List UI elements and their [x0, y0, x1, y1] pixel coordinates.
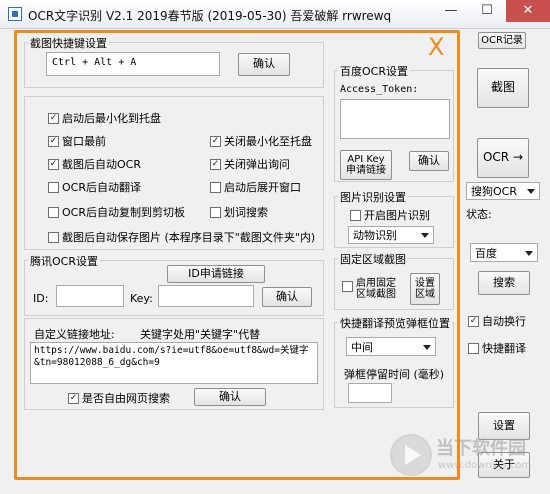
chevron-down-icon — [525, 250, 533, 256]
tencent-confirm-button[interactable]: 确认 — [262, 287, 312, 307]
option-auto-ocr[interactable]: ✓ 截图后自动OCR — [48, 156, 141, 172]
tencent-apply-link-button[interactable]: ID申请链接 — [167, 265, 265, 283]
fixed-region-set-button[interactable]: 设置区域 — [410, 273, 440, 305]
preview-stay-label: 弹框停留时间 (毫秒) — [344, 368, 445, 381]
custom-link-hint: 关键字处用"关键字"代替 — [140, 328, 261, 341]
chevron-down-icon — [527, 189, 535, 194]
quick-translate-checkbox[interactable]: 快捷翻译 — [468, 340, 526, 356]
checkbox-unchecked-icon — [468, 342, 479, 354]
title-bar[interactable]: OCR文字识别 V2.1 2019春节版 (2019-05-30) 吾爱破解 r… — [0, 0, 550, 29]
watermark-logo-icon — [390, 434, 432, 476]
custom-link-label: 自定义链接地址: — [34, 328, 115, 341]
option-word-search[interactable]: 划词搜索 — [210, 204, 268, 220]
option-auto-copy[interactable]: OCR后自动复制到剪切板 — [48, 204, 185, 220]
hotkey-confirm-button[interactable]: 确认 — [238, 53, 290, 76]
custom-link-url-input[interactable]: https://www.baidu.com/s?ie=utf8&oe=utf8&… — [30, 342, 318, 384]
baidu-group-label: 百度OCR设置 — [338, 63, 410, 79]
checkbox-unchecked-icon — [210, 206, 221, 218]
ocr-record-button[interactable]: OCR记录 — [478, 32, 526, 49]
access-token-input[interactable] — [340, 99, 450, 139]
ocr-arrow-button[interactable]: OCR → — [477, 138, 529, 178]
watermark-text: 当下软件园 — [436, 438, 526, 459]
hotkey-input[interactable]: Ctrl + Alt + A — [46, 52, 220, 76]
checkbox-checked-icon: ✓ — [68, 392, 79, 404]
preview-stay-input[interactable] — [348, 383, 392, 403]
access-token-label: Access_Token: — [340, 84, 419, 95]
preview-group-label: 快捷翻译预览弹框位置 — [338, 315, 452, 331]
hotkey-group-label: 截图快捷键设置 — [28, 35, 109, 51]
option-close-to-tray[interactable]: ✓ 关闭最小化至托盘 — [210, 133, 312, 149]
tencent-key-input[interactable] — [158, 285, 254, 307]
window-title: OCR文字识别 V2.1 2019春节版 (2019-05-30) 吾爱破解 r… — [28, 9, 392, 23]
option-auto-save-image[interactable]: 截图后自动保存图片 (本程序目录下"截图文件夹"内) — [48, 229, 315, 245]
checkbox-checked-icon: ✓ — [48, 135, 59, 147]
web-search-checkbox[interactable]: ✓ 是否自由网页搜索 — [68, 390, 170, 406]
status-label: 状态: — [466, 208, 492, 221]
minimize-button[interactable]: — — [434, 0, 468, 22]
image-recognition-checkbox[interactable]: 开启图片识别 — [350, 207, 430, 223]
image-recognition-label: 图片识别设置 — [338, 189, 408, 205]
checkbox-unchecked-icon — [342, 281, 353, 292]
option-auto-translate[interactable]: OCR后自动翻译 — [48, 179, 141, 195]
custom-link-confirm-button[interactable]: 确认 — [194, 388, 266, 406]
preview-position-select[interactable]: 中间 — [346, 337, 436, 356]
fixed-region-label: 固定区域截图 — [338, 251, 408, 267]
chevron-down-icon — [423, 344, 431, 350]
option-minimize-to-tray[interactable]: ✓ 启动后最小化到托盘 — [48, 110, 161, 126]
image-recognition-mode-select[interactable]: 动物识别 — [348, 226, 434, 244]
checkbox-checked-icon: ✓ — [468, 315, 479, 327]
annotation-x-mark: X — [428, 33, 445, 61]
search-button[interactable]: 搜索 — [478, 271, 530, 295]
checkbox-unchecked-icon — [210, 181, 221, 193]
app-icon — [8, 7, 22, 21]
ocr-engine-select[interactable]: 搜狗OCR — [466, 182, 540, 200]
fixed-region-checkbox[interactable]: 启用固定区域截图 — [342, 278, 404, 300]
checkbox-checked-icon: ✓ — [210, 158, 221, 170]
tencent-key-label: Key: — [130, 292, 153, 305]
checkbox-unchecked-icon — [48, 231, 59, 243]
checkbox-checked-icon: ✓ — [48, 112, 59, 124]
close-button[interactable]: ✕ — [506, 0, 550, 22]
checkbox-unchecked-icon — [48, 206, 59, 218]
option-expand-on-start[interactable]: 启动后展开窗口 — [210, 179, 301, 195]
maximize-button[interactable]: ☐ — [470, 0, 504, 22]
checkbox-checked-icon: ✓ — [48, 158, 59, 170]
option-close-prompt[interactable]: ✓ 关闭弹出询问 — [210, 156, 290, 172]
baidu-apply-link-button[interactable]: API Key 申请链接 — [340, 150, 392, 180]
checkbox-checked-icon: ✓ — [210, 135, 221, 147]
screenshot-button[interactable]: 截图 — [477, 68, 529, 108]
auto-wrap-checkbox[interactable]: ✓ 自动换行 — [468, 313, 526, 329]
baidu-confirm-button[interactable]: 确认 — [409, 151, 449, 171]
checkbox-unchecked-icon — [48, 181, 59, 193]
chevron-down-icon — [421, 233, 429, 238]
search-engine-select[interactable]: 百度 — [470, 243, 538, 262]
tencent-id-label: ID: — [33, 292, 49, 305]
watermark-url: www.downxia.com — [438, 460, 532, 471]
watermark: 当下软件园 www.downxia.com — [390, 430, 540, 486]
checkbox-unchecked-icon — [350, 209, 361, 221]
tencent-id-input[interactable] — [56, 285, 124, 307]
tencent-group-label: 腾讯OCR设置 — [28, 253, 100, 269]
option-always-on-top[interactable]: ✓ 窗口最前 — [48, 133, 106, 149]
app-window: OCR文字识别 V2.1 2019春节版 (2019-05-30) 吾爱破解 r… — [0, 0, 550, 494]
